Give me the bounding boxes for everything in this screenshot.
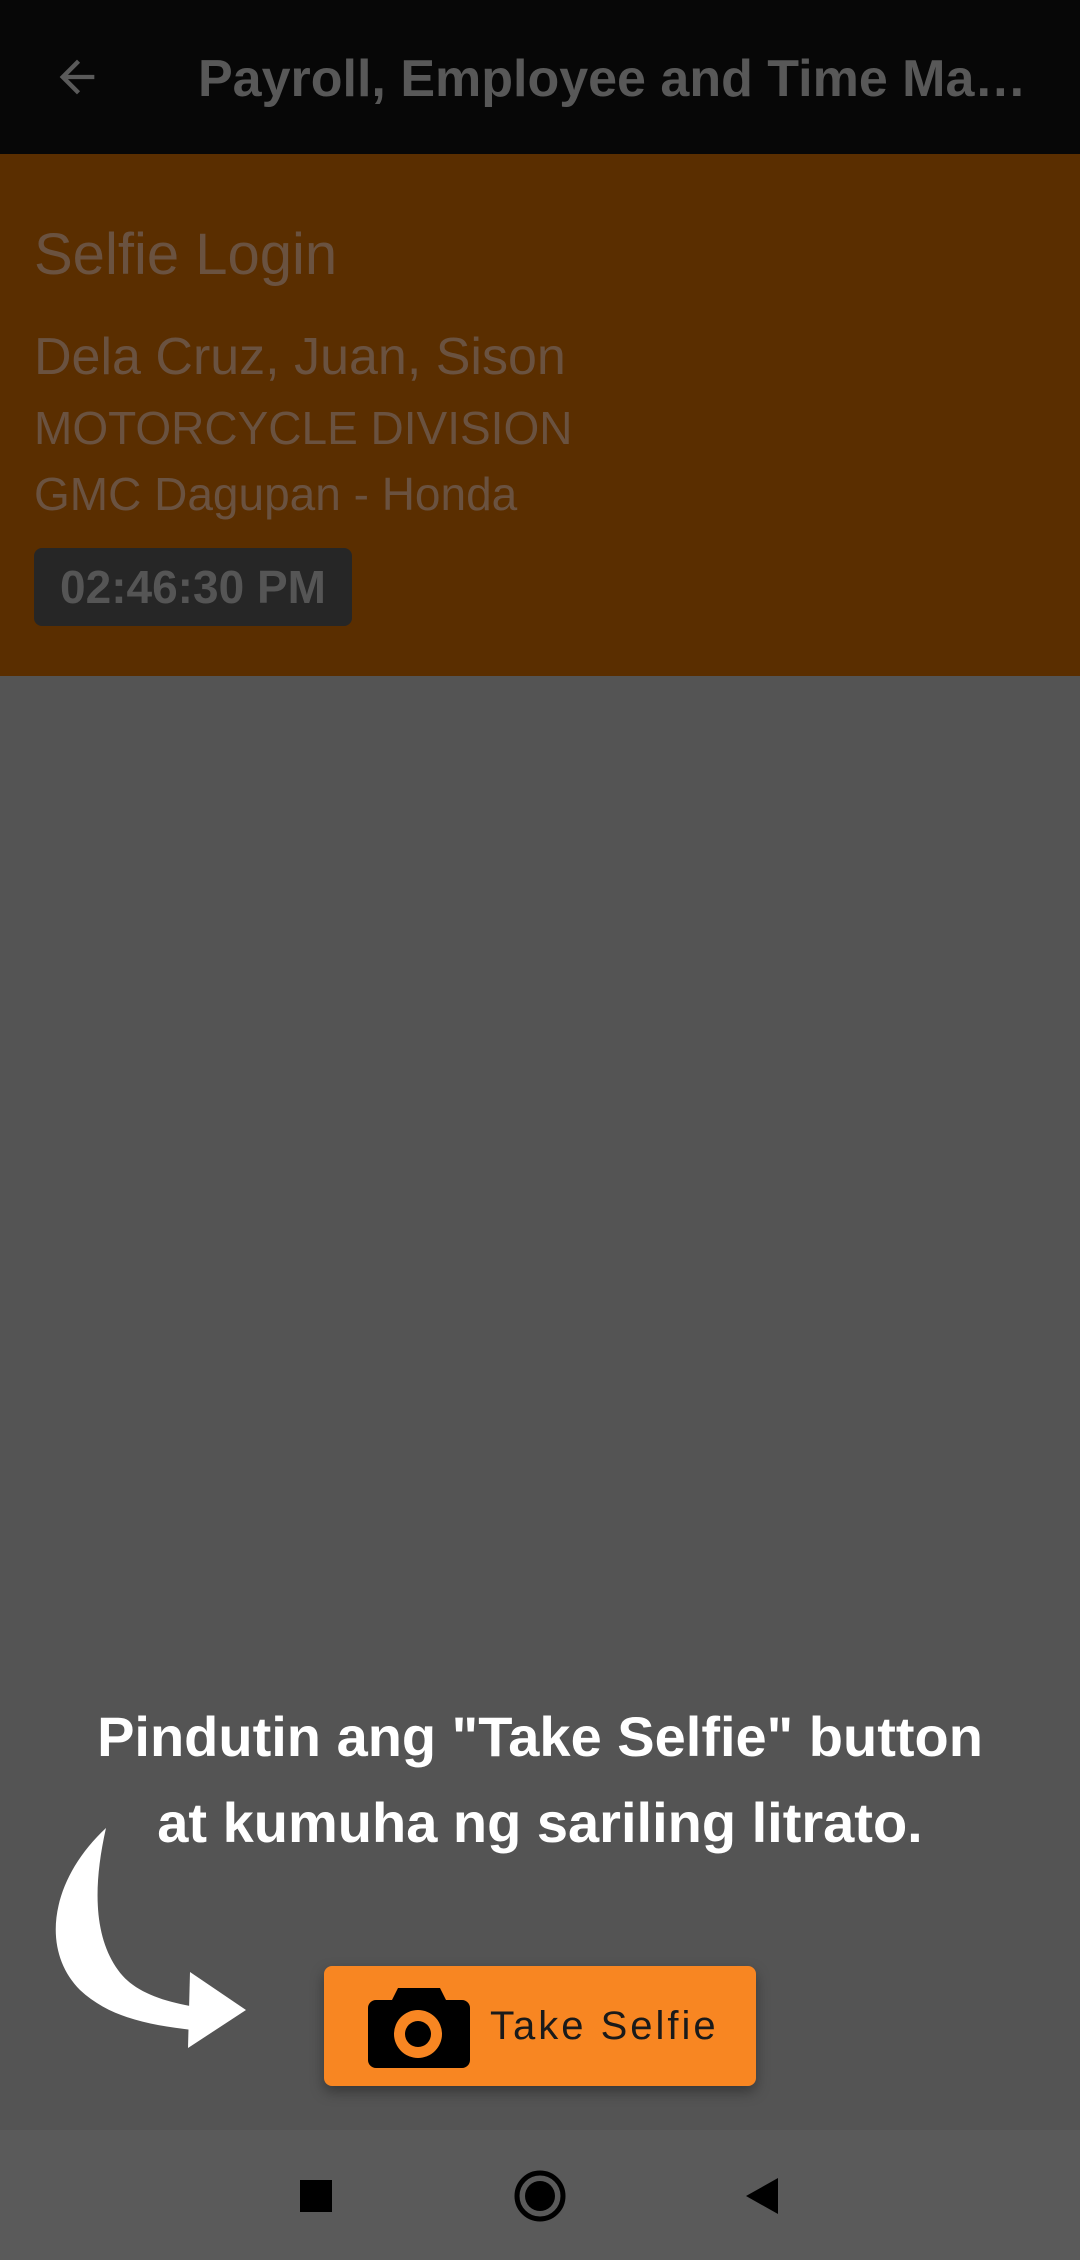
curved-arrow-icon [55,1828,246,2048]
clock-badge: 02:46:30 PM [34,548,352,626]
employee-header-card: Selfie Login Dela Cruz, Juan, Sison MOTO… [0,154,1080,676]
triangle-back-icon [746,2178,778,2214]
app-bar: Payroll, Employee and Time Management [0,0,1080,154]
employee-branch: GMC Dagupan - Honda [34,468,518,520]
screen-title: Selfie Login [34,222,338,287]
recents-button[interactable] [276,2156,356,2236]
app-title: Payroll, Employee and Time Management [198,50,1048,108]
camera-icon [368,1988,470,2068]
system-nav-bar [0,2130,1080,2260]
back-button[interactable] [44,44,110,110]
employee-division: MOTORCYCLE DIVISION [34,402,573,454]
take-selfie-label: Take Selfie [490,2004,719,2048]
hint-line-1: Pindutin ang "Take Selfie" button [97,1705,983,1768]
home-button[interactable] [500,2156,580,2236]
arrow-left-icon [59,59,95,95]
employee-name: Dela Cruz, Juan, Sison [34,328,566,386]
circle-icon [514,2170,566,2222]
square-icon [300,2180,332,2212]
nav-back-button[interactable] [722,2156,802,2236]
take-selfie-button[interactable]: Take Selfie [324,1966,756,2086]
